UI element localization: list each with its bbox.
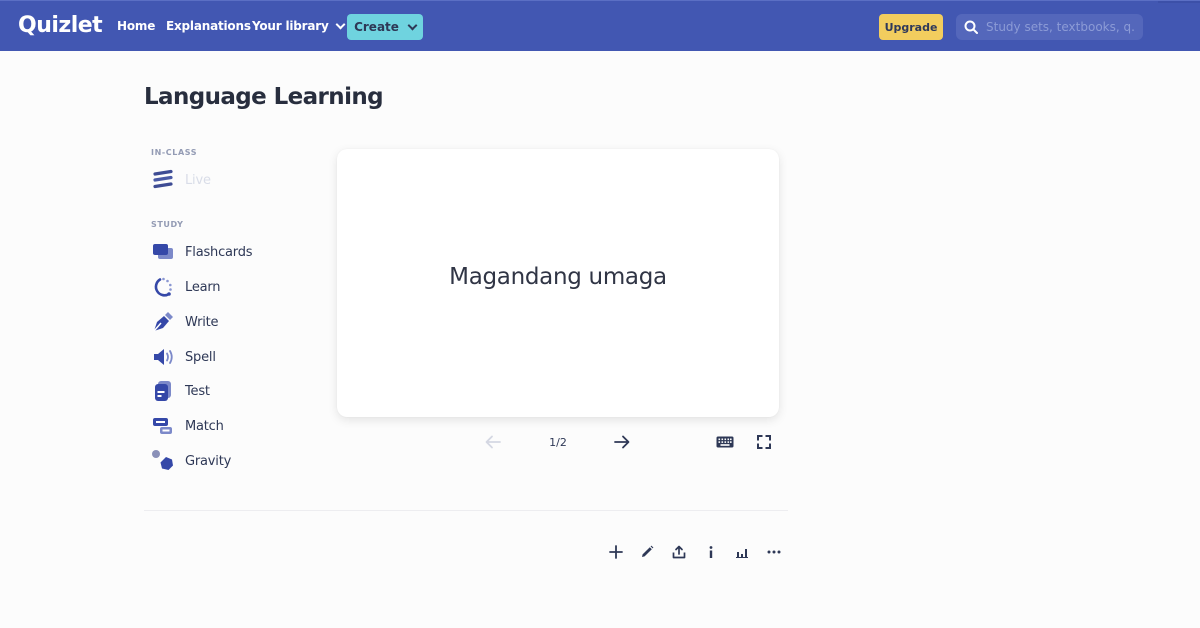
add-to-folder-button[interactable] <box>600 537 632 567</box>
more-icon <box>767 550 781 554</box>
nav-explanations-link[interactable]: Explanations <box>166 19 251 33</box>
nav-home-link[interactable]: Home <box>117 19 155 33</box>
mode-gravity[interactable]: Gravity <box>151 449 231 473</box>
chevron-down-icon <box>407 20 418 30</box>
plus-icon <box>608 545 623 559</box>
search-input[interactable] <box>986 20 1136 34</box>
mode-flashcards-label: Flashcards <box>185 244 253 260</box>
header-edge <box>1158 1 1200 3</box>
spell-icon <box>151 345 175 369</box>
gravity-icon <box>151 449 175 473</box>
mode-live-label: Live <box>185 172 211 188</box>
create-button[interactable]: Create <box>347 14 423 40</box>
pencil-icon <box>642 545 654 557</box>
card-counter: 1/2 <box>549 436 567 449</box>
match-icon <box>151 414 175 438</box>
share-set-button[interactable] <box>663 537 695 567</box>
info-icon <box>709 546 712 558</box>
set-stats-button[interactable] <box>726 537 758 567</box>
test-icon <box>151 379 175 403</box>
flashcard-term: Magandang umaga <box>449 264 667 290</box>
arrow-left-icon <box>485 435 501 449</box>
create-button-label: Create <box>354 20 399 34</box>
more-options-button[interactable] <box>758 537 790 567</box>
mode-live[interactable]: Live <box>151 168 211 192</box>
nav-your-library-dropdown[interactable]: Your library <box>252 19 346 33</box>
mode-learn-label: Learn <box>185 279 221 295</box>
share-icon <box>672 545 686 559</box>
top-navigation-bar: Quizlet Home Explanations Your library C… <box>0 0 1200 51</box>
keyboard-shortcuts-button[interactable] <box>714 432 736 452</box>
mode-spell[interactable]: Spell <box>151 345 216 369</box>
search-box[interactable] <box>956 14 1143 40</box>
flashcards-icon <box>151 240 175 264</box>
bar-chart-icon <box>736 549 749 558</box>
section-divider <box>144 510 788 511</box>
mode-write[interactable]: Write <box>151 310 219 334</box>
study-section-label: STUDY <box>151 220 184 229</box>
mode-test-label: Test <box>185 383 210 399</box>
mode-flashcards[interactable]: Flashcards <box>151 240 253 264</box>
mode-spell-label: Spell <box>185 349 216 365</box>
write-icon <box>151 310 175 334</box>
mode-match[interactable]: Match <box>151 414 224 438</box>
upgrade-button[interactable]: Upgrade <box>879 14 943 40</box>
mode-test[interactable]: Test <box>151 379 210 403</box>
mode-learn[interactable]: Learn <box>151 275 221 299</box>
set-actions-toolbar <box>600 537 790 567</box>
flashcard[interactable]: Magandang umaga <box>337 149 779 417</box>
in-class-section-label: IN-CLASS <box>151 148 198 157</box>
set-info-button[interactable] <box>695 537 727 567</box>
fullscreen-button[interactable] <box>754 432 774 452</box>
previous-card-button[interactable] <box>483 432 503 452</box>
keyboard-icon <box>716 436 734 448</box>
mode-match-label: Match <box>185 418 224 434</box>
mode-write-label: Write <box>185 314 219 330</box>
page-title: Language Learning <box>144 84 384 110</box>
fullscreen-icon <box>757 435 771 449</box>
next-card-button[interactable] <box>612 432 632 452</box>
mode-gravity-label: Gravity <box>185 453 232 469</box>
quizlet-logo[interactable]: Quizlet <box>18 13 103 38</box>
arrow-right-icon <box>614 435 630 449</box>
chevron-down-icon <box>335 19 346 29</box>
learn-icon <box>151 275 175 299</box>
search-icon <box>964 20 978 34</box>
nav-your-library-label: Your library <box>252 19 329 33</box>
live-icon <box>151 168 175 192</box>
edit-set-button[interactable] <box>632 537 664 567</box>
